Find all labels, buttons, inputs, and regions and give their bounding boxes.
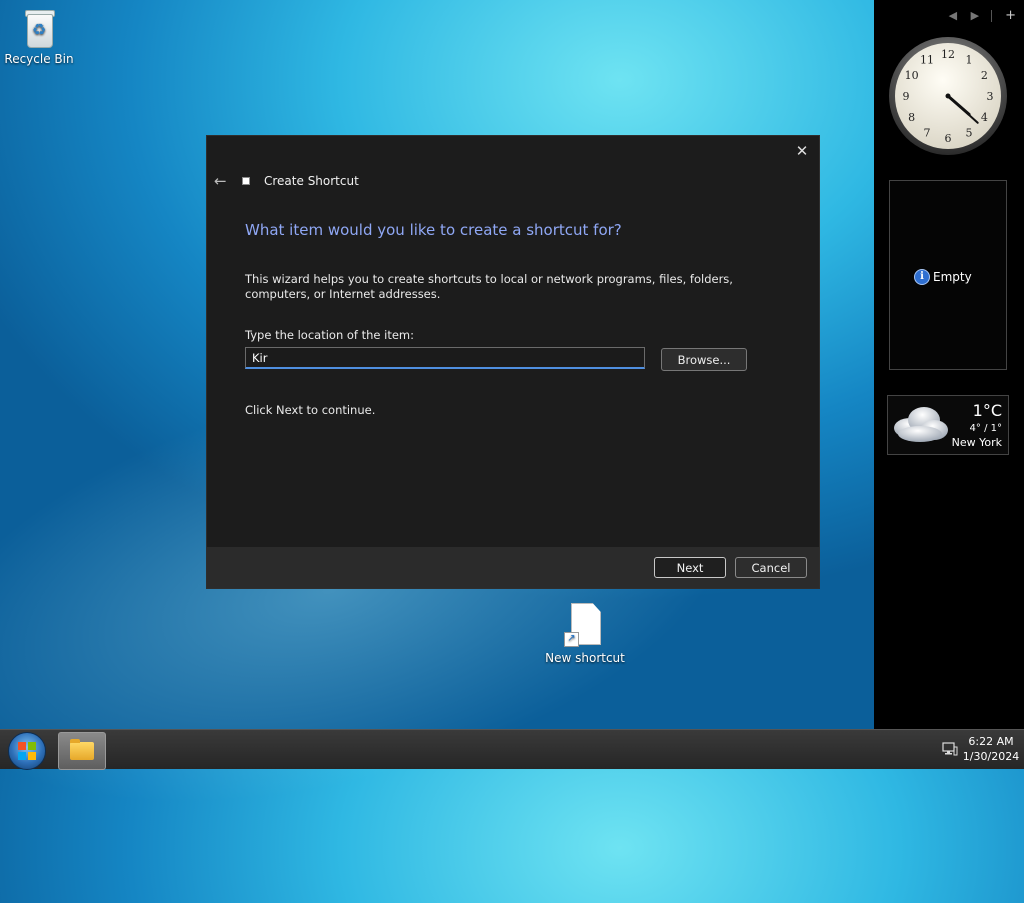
cancel-button[interactable]: Cancel: [735, 557, 807, 578]
windows-logo-icon: [18, 742, 36, 760]
system-clock[interactable]: 6:22 AM 1/30/2024: [962, 734, 1020, 764]
tray-date: 1/30/2024: [962, 750, 1020, 763]
network-icon[interactable]: [942, 742, 958, 756]
clock-numeral: 5: [966, 126, 973, 139]
weather-temperature: 1°C: [972, 401, 1002, 420]
shortcut-arrow-icon: ↗: [564, 632, 579, 647]
sidebar-controls: ◀ ▶ +: [939, 8, 1016, 23]
clock-numeral: 1: [966, 54, 973, 67]
location-input[interactable]: [245, 347, 645, 369]
cloud-weather-icon: [894, 407, 948, 442]
weather-range: 4° / 1°: [969, 423, 1002, 434]
empty-gadget[interactable]: i Empty: [889, 180, 1007, 370]
clock-numeral: 11: [920, 54, 934, 67]
clock-numeral: 9: [903, 90, 910, 103]
clock-numeral: 10: [905, 69, 919, 82]
empty-gadget-label: Empty: [933, 270, 972, 284]
dialog-title: Create Shortcut: [264, 174, 359, 188]
location-label: Type the location of the item:: [245, 328, 415, 342]
gadget-sidebar: ◀ ▶ + 123456789101112 i Empty: [874, 0, 1024, 729]
sidebar-prev-button[interactable]: ◀: [949, 9, 957, 22]
analog-clock-gadget[interactable]: 1234567891011 12: [888, 36, 1008, 156]
folder-icon: [70, 739, 94, 760]
recycle-bin-label: Recycle Bin: [4, 52, 74, 66]
next-button[interactable]: Next: [654, 557, 726, 578]
new-shortcut-desktop-icon[interactable]: ↗ New shortcut: [540, 603, 630, 665]
dialog-title-row: Create Shortcut: [242, 174, 359, 188]
clock-numeral: 2: [981, 69, 988, 82]
clock-numeral: 4: [981, 111, 988, 124]
recycle-bin-desktop-icon[interactable]: ♻ Recycle Bin: [4, 8, 74, 66]
start-button[interactable]: [8, 732, 46, 770]
taskbar: 6:22 AM 1/30/2024: [0, 729, 1024, 770]
create-shortcut-dialog: ✕ ← Create Shortcut What item would you …: [206, 135, 820, 589]
recycle-bin-icon: ♻: [24, 8, 55, 48]
sidebar-next-button[interactable]: ▶: [971, 9, 979, 22]
clock-numeral: 3: [987, 90, 994, 103]
wizard-heading: What item would you like to create a sho…: [245, 221, 622, 239]
weather-gadget[interactable]: 1°C 4° / 1° New York: [887, 395, 1009, 455]
shortcut-file-icon: ↗: [564, 603, 601, 647]
weather-city: New York: [951, 436, 1002, 449]
back-arrow-icon[interactable]: ←: [214, 172, 227, 190]
continue-hint: Click Next to continue.: [245, 403, 376, 417]
clock-numeral: 7: [924, 126, 931, 139]
file-explorer-taskbar-button[interactable]: [58, 732, 106, 770]
browse-button[interactable]: Browse...: [661, 348, 747, 371]
tray-time: 6:22 AM: [968, 735, 1014, 748]
clock-numeral: 6: [945, 132, 952, 145]
close-icon[interactable]: ✕: [793, 142, 811, 160]
dialog-footer: Next Cancel: [207, 547, 819, 588]
shortcut-wizard-icon: [242, 177, 250, 185]
sidebar-add-gadget-button[interactable]: +: [1005, 8, 1016, 23]
clock-numeral: 8: [908, 111, 915, 124]
new-shortcut-label: New shortcut: [545, 651, 625, 665]
wizard-description: This wizard helps you to create shortcut…: [245, 272, 733, 301]
info-icon: i: [914, 269, 930, 285]
clock-numeral: 12: [941, 48, 955, 61]
